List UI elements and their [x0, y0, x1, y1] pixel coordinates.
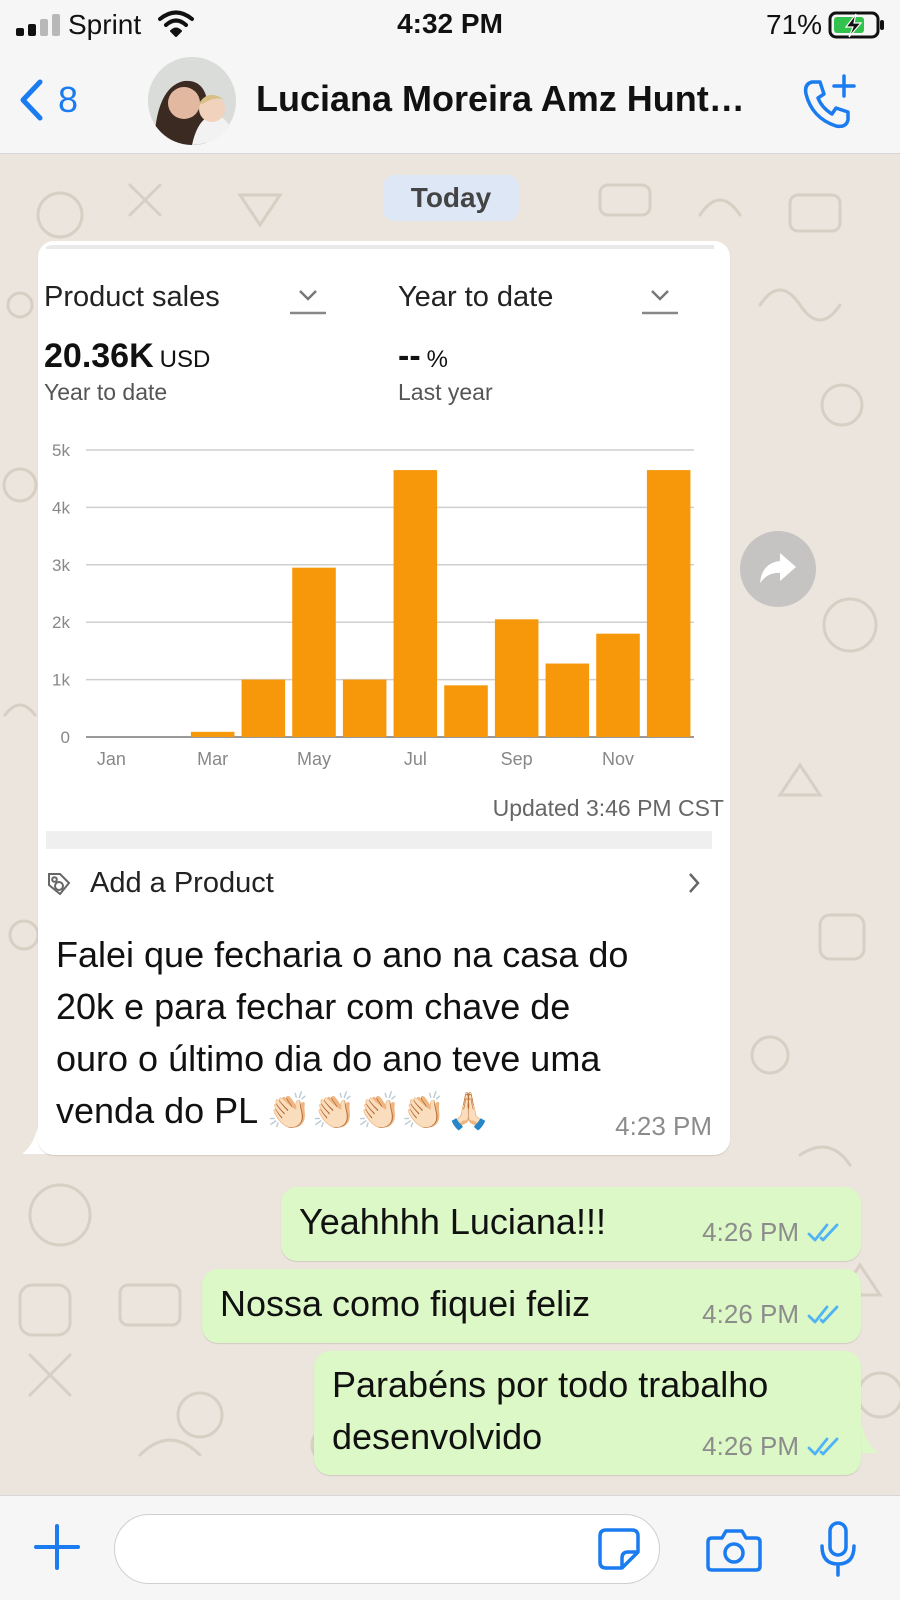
clock: 4:32 PM: [397, 8, 503, 39]
y-tick-label: 5k: [52, 441, 70, 460]
sales-bar-chart: 0 1k 2k 3k 4k 5k Jan Mar May Jul Sep Nov: [52, 441, 694, 769]
microphone-icon[interactable]: [818, 1520, 858, 1578]
unread-count: 8: [58, 79, 79, 120]
change-unit: %: [426, 346, 448, 373]
message-timestamp: 4:26 PM: [702, 1217, 799, 1247]
metric-sales-value: 20.36K USD: [44, 337, 210, 376]
metric-period-label: Year to date: [398, 281, 554, 313]
y-tick-label: 0: [61, 728, 70, 747]
sticker-icon[interactable]: [596, 1526, 642, 1572]
message-input[interactable]: [114, 1514, 660, 1584]
battery-percentage: 71%: [766, 9, 823, 40]
forward-arrow-icon: [760, 553, 796, 583]
add-call-icon[interactable]: [798, 74, 858, 134]
battery-charging-icon: [828, 11, 884, 39]
chevron-left-icon: [20, 79, 43, 121]
message-meta: 4:26 PM: [702, 1299, 845, 1330]
avatar-photo: [148, 57, 236, 145]
message-timestamp: 4:26 PM: [702, 1299, 799, 1329]
metric-sales-period: Year to date: [44, 379, 168, 405]
message-line: Parabéns por todo trabalho: [332, 1364, 769, 1405]
bar-nov: [596, 633, 640, 737]
x-tick-label: Jul: [404, 749, 427, 769]
plus-icon[interactable]: [32, 1522, 82, 1572]
chevron-right-icon: [689, 873, 700, 893]
x-tick-label: Sep: [501, 749, 533, 769]
outgoing-message-bubble[interactable]: Nossa como fiquei feliz 4:26 PM: [202, 1269, 861, 1343]
metric-change-value: --%: [398, 337, 448, 376]
contact-name[interactable]: Luciana Moreira Amz Hunt…: [256, 78, 766, 120]
change-amount: --: [398, 337, 421, 375]
add-product-label: Add a Product: [90, 867, 274, 899]
message-meta: 4:26 PM: [702, 1431, 845, 1462]
read-receipt-icon: [807, 1223, 839, 1241]
message-timestamp: 4:26 PM: [702, 1431, 799, 1461]
bar-sep: [494, 619, 539, 737]
chevron-down-icon: [290, 290, 326, 315]
x-tick-label: Mar: [197, 749, 228, 769]
read-receipt-icon: [807, 1305, 839, 1323]
y-tick-label: 4k: [52, 498, 70, 517]
y-tick-label: 3k: [52, 556, 70, 575]
outgoing-message-text: Nossa como fiquei feliz: [220, 1283, 591, 1324]
bar-dec: [646, 470, 691, 737]
chevron-down-icon: [642, 290, 678, 315]
incoming-message-bubble[interactable]: Product sales 20.36K USD Year to date Yea…: [38, 241, 730, 1155]
bar-aug: [444, 685, 488, 737]
read-receipt-icon: [807, 1437, 839, 1455]
outgoing-message-bubble[interactable]: Yeahhhh Luciana!!! 4:26 PM: [281, 1187, 861, 1261]
message-timestamp: 4:23 PM: [615, 1111, 712, 1141]
metric-change-period: Last year: [398, 379, 493, 405]
message-input-bar: [0, 1495, 900, 1600]
back-button[interactable]: 8: [18, 72, 78, 128]
bar-jul: [393, 470, 438, 737]
forward-button[interactable]: [740, 531, 816, 607]
message-line: Falei que fecharia o ano na casa do: [56, 934, 629, 975]
bar-may: [292, 567, 336, 737]
incoming-message-text: Falei que fecharia o ano na casa do 20k …: [56, 929, 716, 1137]
bar-oct: [545, 663, 590, 737]
message-line: ouro o último dia do ano teve uma: [56, 1038, 601, 1079]
avatar[interactable]: [148, 57, 236, 145]
camera-icon[interactable]: [706, 1526, 762, 1572]
y-tick-label: 1k: [52, 671, 70, 690]
bar-jun: [342, 679, 387, 737]
chat-header: 8 Luciana Moreira Amz Hunt…: [0, 50, 900, 154]
y-tick-label: 2k: [52, 613, 70, 632]
outgoing-message-bubble[interactable]: Parabéns por todo trabalho desenvolvido …: [314, 1351, 861, 1475]
x-tick-label: Jan: [97, 749, 126, 769]
shared-screenshot[interactable]: Product sales 20.36K USD Year to date Yea…: [42, 245, 726, 921]
outgoing-message-text: Yeahhhh Luciana!!!: [299, 1201, 606, 1242]
message-line: 20k e para fechar com chave de: [56, 986, 571, 1027]
x-tick-label: May: [297, 749, 331, 769]
date-separator: Today: [383, 175, 519, 221]
bar-apr: [241, 679, 286, 737]
sales-currency: USD: [159, 346, 211, 373]
bar-mar: [190, 731, 235, 737]
tag-icon: [48, 873, 71, 896]
message-meta: 4:26 PM: [702, 1217, 845, 1248]
card-top-divider: [46, 245, 714, 249]
metric-product-sales-label: Product sales: [44, 281, 220, 313]
status-bar: Sprint 4:32 PM 71%: [0, 0, 900, 50]
chat-area[interactable]: Today Product sales 20.36K USD Year to da…: [0, 155, 900, 1495]
sales-amount: 20.36K: [44, 337, 154, 375]
updated-timestamp: Updated 3:46 PM CST: [492, 795, 724, 821]
add-product-row[interactable]: Add a Product: [46, 849, 712, 913]
x-tick-label: Nov: [602, 749, 634, 769]
card-divider: [46, 831, 712, 849]
